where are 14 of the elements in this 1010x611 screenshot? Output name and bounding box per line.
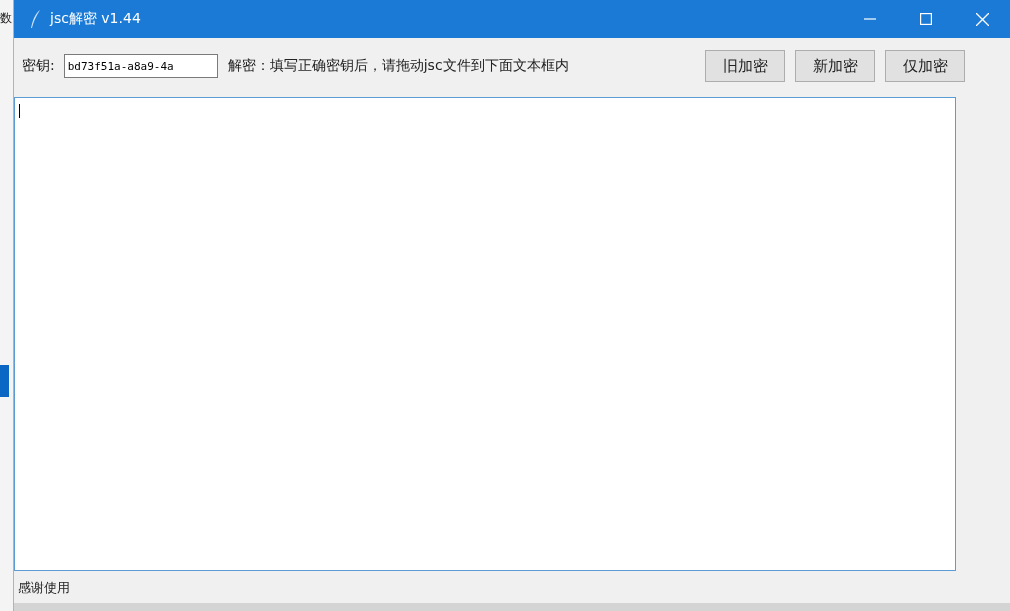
action-button[interactable]: 仅加密 xyxy=(885,50,965,82)
status-text: 感谢使用 xyxy=(17,579,71,597)
window-title: jsc解密 v1.44 xyxy=(50,10,141,28)
quill-icon xyxy=(28,9,42,29)
close-icon xyxy=(975,12,989,26)
key-label: 密钥: xyxy=(22,57,55,75)
background-selection xyxy=(0,365,9,397)
action-button[interactable]: 旧加密 xyxy=(705,50,785,82)
text-cursor xyxy=(19,104,20,118)
maximize-icon xyxy=(920,13,932,25)
key-field[interactable]: bd73f51a-a8a9-4a xyxy=(63,54,218,78)
background-text: 数 xyxy=(0,11,12,25)
action-button[interactable]: 新加密 xyxy=(795,50,875,82)
instruction-text: 解密：填写正确密钥后，请拖动jsc文件到下面文本框内 xyxy=(227,57,569,75)
